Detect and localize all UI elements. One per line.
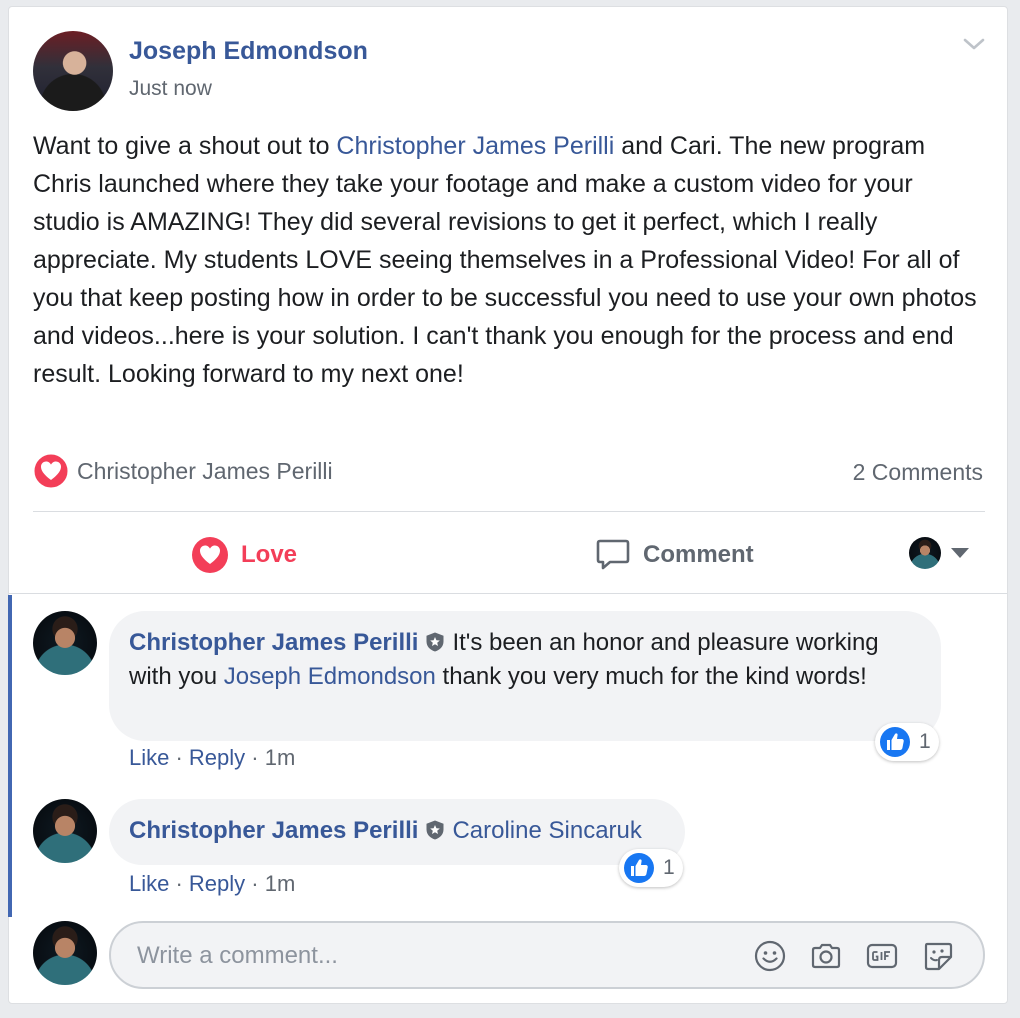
- comment-as-selector[interactable]: [909, 537, 969, 569]
- comment-button-label: Comment: [643, 541, 754, 568]
- comment-reply-link[interactable]: Reply: [189, 745, 245, 770]
- divider: [9, 593, 1007, 594]
- separator: ·: [245, 871, 265, 896]
- shield-badge-icon: [426, 820, 444, 840]
- post-author-name[interactable]: Joseph Edmondson: [129, 37, 368, 66]
- comment-bubble-icon: [596, 539, 630, 570]
- comment-count-link[interactable]: 2 Comments: [853, 459, 983, 486]
- heart-icon: [33, 453, 69, 489]
- caret-down-icon: [951, 548, 969, 558]
- comment-composer[interactable]: [109, 921, 985, 989]
- camera-icon[interactable]: [809, 939, 843, 973]
- comment-mention-link[interactable]: Joseph Edmondson: [224, 663, 436, 690]
- comment-input[interactable]: [135, 939, 739, 973]
- separator: ·: [245, 745, 265, 770]
- comment-avatar[interactable]: [33, 799, 97, 863]
- composer-avatar: [33, 921, 97, 985]
- comment-text-after: thank you very much for the kind words!: [435, 663, 867, 690]
- post-timestamp[interactable]: Just now: [129, 77, 212, 101]
- comment-mention-link[interactable]: Caroline Sincaruk: [452, 817, 641, 844]
- comment-button[interactable]: Comment: [595, 535, 754, 575]
- comment-author-name[interactable]: Christopher James Perilli: [129, 629, 418, 656]
- post-card: Joseph Edmondson Just now Want to give a…: [8, 6, 1008, 1004]
- comment-like-link[interactable]: Like: [129, 871, 169, 896]
- comment-reaction-count[interactable]: 1: [875, 723, 939, 761]
- separator: ·: [169, 745, 189, 770]
- comment-meta: Like · Reply · 1m: [129, 745, 295, 771]
- divider: [33, 511, 985, 512]
- heart-icon: [192, 537, 228, 573]
- gif-icon[interactable]: [865, 939, 899, 973]
- comment-reply-link[interactable]: Reply: [189, 871, 245, 896]
- comment-author-name[interactable]: Christopher James Perilli: [129, 817, 418, 844]
- thumbs-up-icon: [624, 853, 654, 883]
- comment-meta: Like · Reply · 1m: [129, 871, 295, 897]
- comment-like-count: 1: [663, 856, 675, 879]
- post-mention-link[interactable]: Christopher James Perilli: [336, 132, 614, 160]
- love-button[interactable]: Love: [191, 535, 297, 575]
- comment-like-link[interactable]: Like: [129, 745, 169, 770]
- chevron-down-icon[interactable]: [961, 31, 987, 57]
- post-body: Want to give a shout out to Christopher …: [33, 127, 983, 393]
- reaction-summary[interactable]: Christopher James Perilli: [33, 453, 333, 489]
- comment-bubble: Christopher James Perilli It's been an h…: [109, 611, 941, 741]
- viewer-avatar: [909, 537, 941, 569]
- sticker-icon[interactable]: [921, 939, 955, 973]
- love-button-label: Love: [241, 541, 298, 568]
- comment-bubble: Christopher James Perilli Caroline Sinca…: [109, 799, 685, 865]
- separator: ·: [169, 871, 189, 896]
- comment-avatar[interactable]: [33, 611, 97, 675]
- comment-reaction-count[interactable]: 1: [619, 849, 683, 887]
- comment-time[interactable]: 1m: [265, 871, 296, 896]
- emoji-icon[interactable]: [753, 939, 787, 973]
- post-text-part1: Want to give a shout out to: [33, 132, 337, 160]
- comments-highlight-rail: [8, 595, 12, 917]
- thumbs-up-icon: [880, 727, 910, 757]
- reaction-names: Christopher James Perilli: [77, 457, 333, 484]
- post-text-part2: and Cari. The new program Chris launched…: [33, 132, 977, 388]
- comment-time[interactable]: 1m: [265, 745, 296, 770]
- shield-badge-icon: [426, 632, 444, 652]
- author-avatar[interactable]: [33, 31, 113, 111]
- comment-like-count: 1: [919, 730, 931, 753]
